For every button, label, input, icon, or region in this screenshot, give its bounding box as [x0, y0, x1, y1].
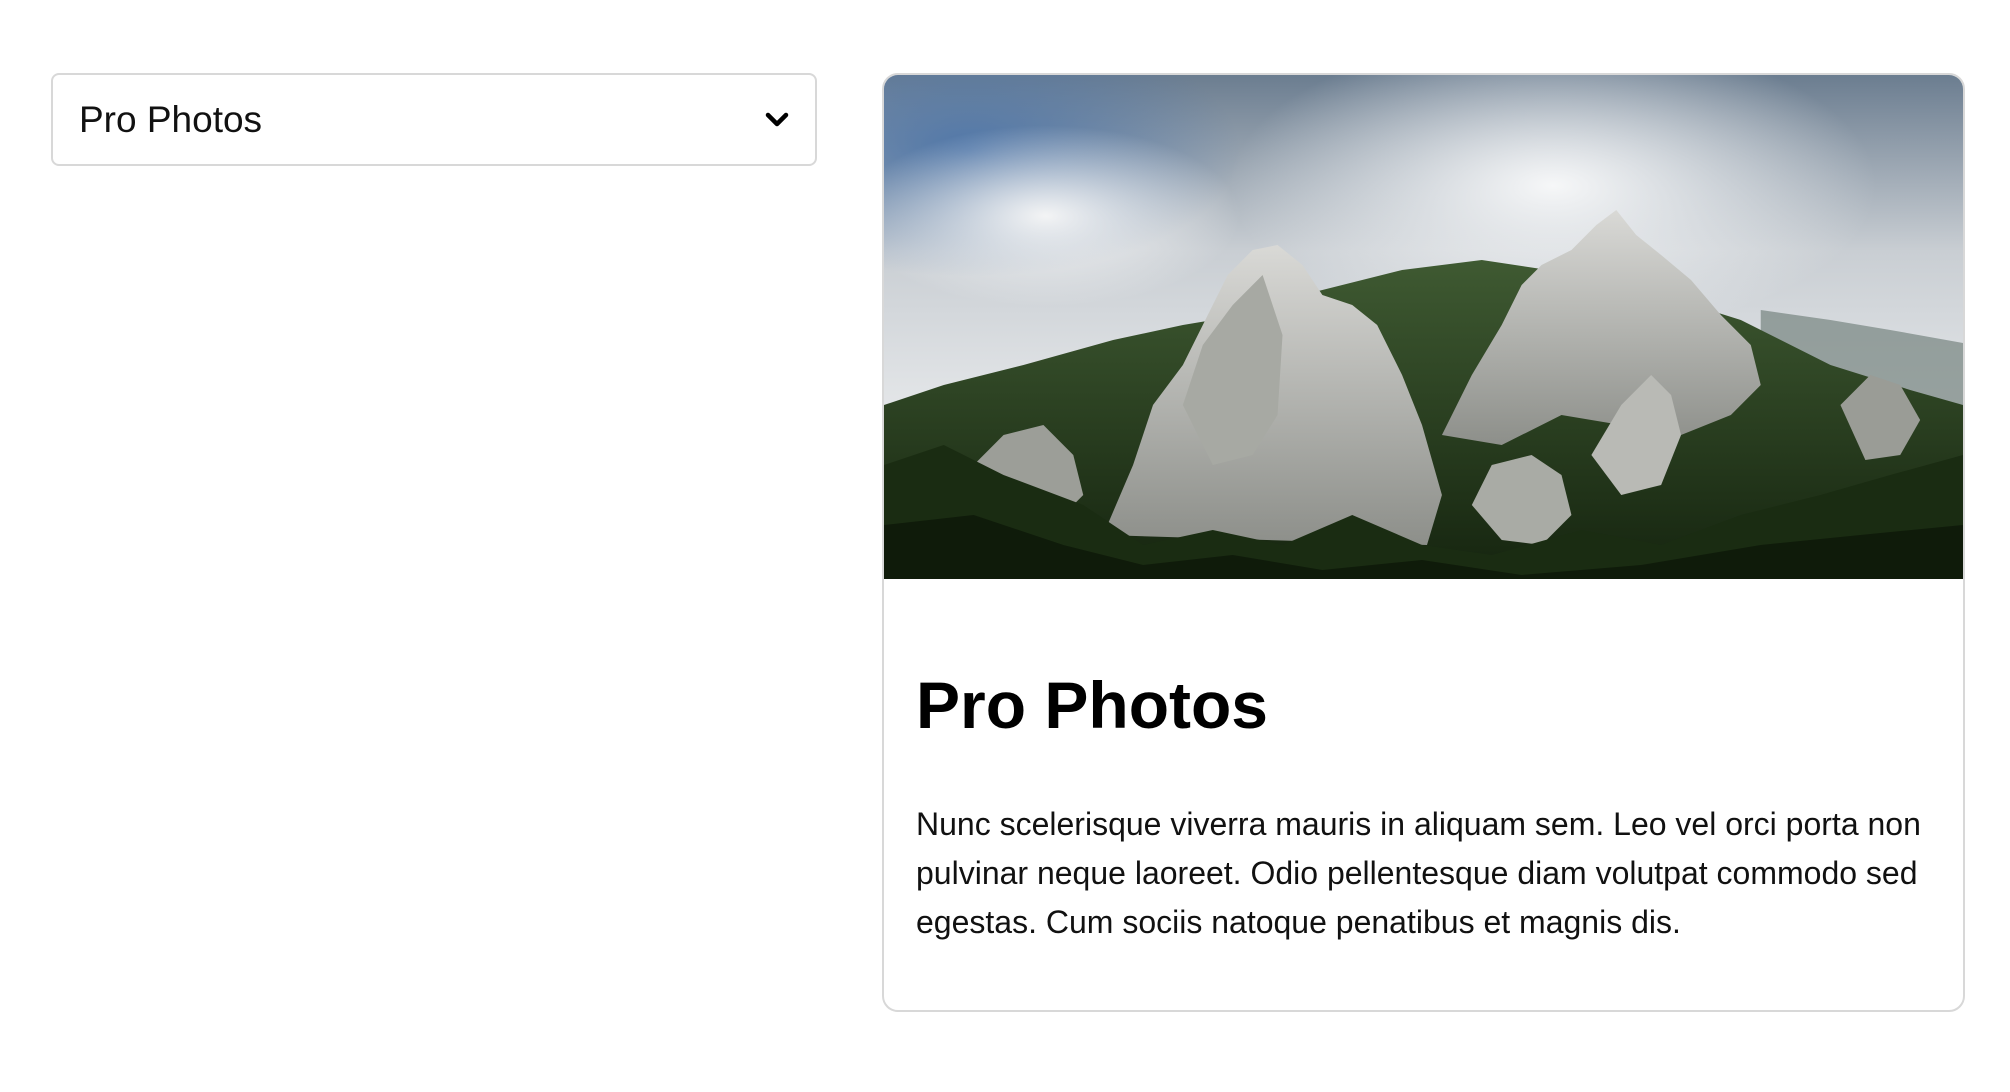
card-image	[884, 75, 1963, 579]
card-body: Pro Photos Nunc scelerisque viverra maur…	[884, 579, 1963, 947]
photo-card: Pro Photos Nunc scelerisque viverra maur…	[882, 73, 1965, 1012]
card-description: Nunc scelerisque viverra mauris in aliqu…	[916, 805, 1921, 940]
page: Pro Photos Pro Photos Nunc scelerisque v…	[0, 0, 2010, 1092]
chevron-down-icon	[763, 106, 791, 134]
photo-category-select[interactable]: Pro Photos	[51, 73, 817, 166]
select-value: Pro Photos	[79, 98, 263, 140]
card-title: Pro Photos	[916, 668, 1269, 742]
